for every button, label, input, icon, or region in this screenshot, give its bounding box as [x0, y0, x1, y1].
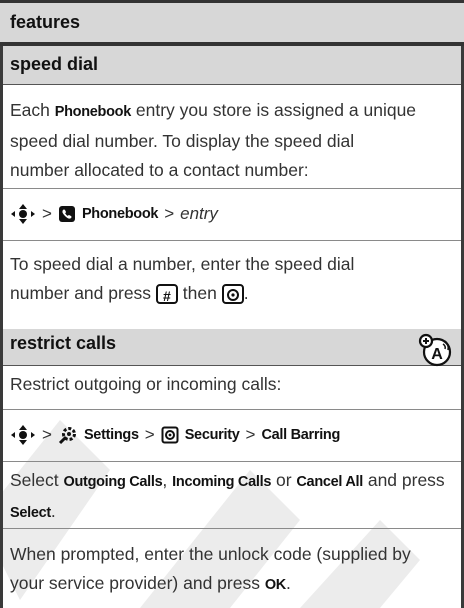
- center-select-key-icon: [221, 284, 244, 305]
- security-icon: [161, 426, 179, 444]
- divider: [3, 528, 461, 529]
- phonebook-key: Phonebook: [54, 104, 132, 120]
- unlock-prompt: When prompted, enter the unlock code (su…: [10, 544, 411, 593]
- ok-key-label: OK: [264, 577, 286, 593]
- nav-key-icon: [10, 424, 36, 446]
- call-barring-menu-path: > Settings > Security > Call Barring: [10, 424, 340, 446]
- settings-label: Settings: [83, 427, 139, 443]
- divider: [3, 188, 461, 189]
- speed-dial-description: Each Phonebook entry you store is assign…: [10, 100, 417, 180]
- cancel-all-option: Cancel All: [296, 474, 363, 490]
- call-barring-label: Call Barring: [261, 427, 341, 443]
- restrict-calls-intro: Restrict outgoing or incoming calls:: [10, 374, 282, 394]
- features-header: features: [0, 0, 464, 46]
- section-title: restrict calls: [10, 333, 117, 353]
- network-feature-icon: A: [418, 332, 454, 368]
- phonebook-icon: [58, 205, 76, 223]
- section-title: speed dial: [10, 54, 99, 74]
- nav-key-icon: [10, 203, 36, 225]
- outgoing-calls-option: Outgoing Calls: [63, 474, 163, 490]
- left-border: [0, 0, 3, 608]
- security-label: Security: [184, 427, 240, 443]
- svg-text:A: A: [431, 346, 443, 363]
- hash-key-icon: #: [155, 284, 178, 305]
- phonebook-label: Phonebook: [81, 206, 159, 222]
- select-key-label: Select: [10, 505, 51, 521]
- page: features speed dial Each Phonebook entry…: [0, 0, 464, 608]
- select-instructions: Select Outgoing Calls, Incoming Calls or…: [10, 470, 445, 521]
- restrict-calls-heading: restrict calls: [3, 329, 461, 366]
- divider: [3, 409, 461, 410]
- entry-label: entry: [180, 204, 218, 223]
- header-title: features: [10, 12, 81, 32]
- divider: [3, 461, 461, 462]
- phonebook-menu-path: > Phonebook > entry: [10, 203, 218, 225]
- divider: [3, 240, 461, 241]
- speed-dial-instructions: To speed dial a number, enter the speed …: [10, 254, 355, 305]
- incoming-calls-option: Incoming Calls: [172, 474, 272, 490]
- speed-dial-heading: speed dial: [3, 46, 461, 85]
- settings-icon: [58, 425, 78, 445]
